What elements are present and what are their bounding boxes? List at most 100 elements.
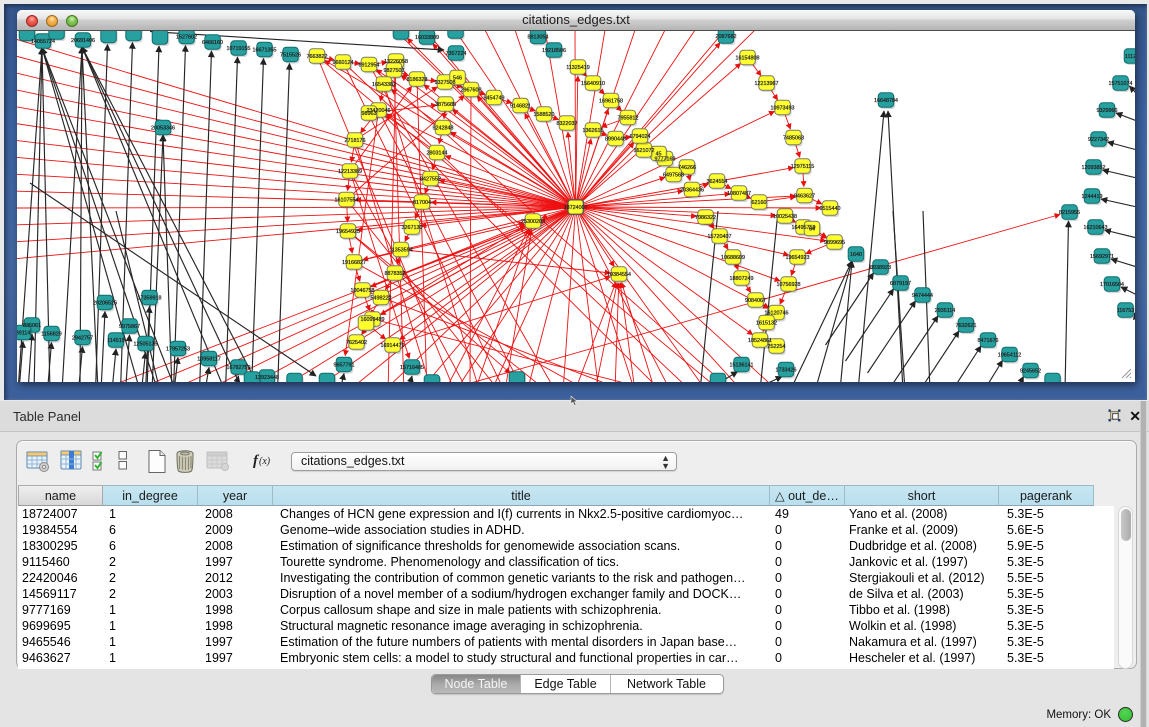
svg-text:3624554: 3624554 — [707, 179, 728, 185]
svg-text:39114: 39114 — [17, 330, 30, 336]
svg-text:10973493: 10973493 — [771, 105, 795, 111]
svg-text:(x): (x) — [259, 456, 271, 467]
svg-text:5498222: 5498222 — [371, 295, 392, 301]
svg-text:8938923: 8938923 — [870, 265, 891, 271]
svg-text:10756928: 10756928 — [777, 282, 801, 288]
svg-text:19384554: 19384554 — [607, 272, 631, 278]
svg-text:1640: 1640 — [850, 252, 862, 258]
svg-text:9227342: 9227342 — [1088, 137, 1109, 143]
svg-text:12975115: 12975115 — [791, 164, 815, 170]
svg-text:14055724: 14055724 — [31, 39, 55, 45]
svg-text:16543382: 16543382 — [372, 82, 396, 88]
svg-text:15692971: 15692971 — [1090, 254, 1114, 260]
svg-text:7357224: 7357224 — [446, 51, 467, 57]
svg-text:16033809: 16033809 — [415, 35, 439, 41]
svg-text:9899695: 9899695 — [824, 240, 845, 246]
svg-text:9474444: 9474444 — [912, 293, 933, 299]
svg-text:20691406: 20691406 — [71, 38, 95, 44]
svg-text:9146821: 9146821 — [510, 103, 531, 109]
svg-text:9084067: 9084067 — [745, 298, 766, 304]
svg-text:2935114: 2935114 — [935, 308, 956, 314]
svg-text:64: 64 — [809, 226, 815, 232]
svg-text:7485063: 7485063 — [783, 135, 804, 141]
svg-text:16154808: 16154808 — [736, 55, 760, 61]
svg-text:15136141: 15136141 — [730, 362, 754, 368]
svg-text:252254: 252254 — [768, 344, 786, 350]
svg-text:9657791: 9657791 — [334, 362, 355, 368]
svg-text:7986322: 7986322 — [695, 215, 716, 221]
svg-text:7663822: 7663822 — [307, 54, 328, 60]
svg-text:746266: 746266 — [678, 165, 696, 171]
svg-text:6466160: 6466160 — [202, 40, 223, 46]
svg-text:13226058: 13226058 — [384, 59, 408, 65]
svg-text:62160: 62160 — [752, 200, 767, 206]
svg-text:2942757: 2942757 — [72, 335, 93, 341]
svg-text:817004: 817004 — [413, 200, 431, 206]
svg-text:18724007: 18724007 — [564, 205, 588, 211]
svg-text:9827503: 9827503 — [384, 68, 405, 74]
svg-text:8813054: 8813054 — [528, 34, 549, 40]
svg-text:114519: 114519 — [107, 338, 125, 344]
svg-text:8322037: 8322037 — [557, 121, 578, 127]
svg-text:19654923: 19654923 — [786, 255, 810, 261]
svg-text:2718176: 2718176 — [345, 138, 366, 144]
svg-text:10958117: 10958117 — [197, 356, 221, 362]
svg-text:12923448: 12923448 — [255, 375, 279, 381]
svg-text:3267130: 3267130 — [402, 225, 423, 231]
svg-text:98963: 98963 — [362, 111, 377, 117]
svg-text:16914479: 16914479 — [381, 343, 405, 349]
svg-text:19654925: 19654925 — [336, 229, 360, 235]
svg-text:7632621: 7632621 — [956, 323, 977, 329]
svg-text:16648784: 16648784 — [874, 98, 898, 104]
svg-text:1244419: 1244419 — [1082, 194, 1103, 200]
svg-text:8186328: 8186328 — [407, 77, 428, 83]
svg-text:3875685: 3875685 — [435, 102, 456, 108]
svg-text:16782759: 16782759 — [227, 365, 251, 371]
svg-text:1733426: 1733426 — [776, 367, 797, 373]
svg-text:9245652: 9245652 — [1020, 368, 1041, 374]
svg-text:12505135: 12505135 — [134, 341, 158, 347]
svg-text:15640910: 15640910 — [581, 81, 605, 87]
svg-text:15751074: 15751074 — [1109, 81, 1133, 87]
svg-text:9329966: 9329966 — [1097, 108, 1118, 114]
svg-text:10688609: 10688609 — [721, 255, 745, 261]
svg-text:19218506: 19218506 — [542, 48, 566, 54]
svg-text:8471676: 8471676 — [978, 338, 999, 344]
svg-text:7955812: 7955812 — [618, 115, 639, 121]
svg-text:16107554: 16107554 — [335, 197, 359, 203]
svg-text:17957253: 17957253 — [166, 346, 190, 352]
svg-text:7625402: 7625402 — [346, 340, 367, 346]
svg-text:16120746: 16120746 — [765, 310, 789, 316]
svg-text:16210643: 16210643 — [1084, 225, 1108, 231]
svg-text:8427552: 8427552 — [420, 176, 441, 182]
svg-text:1588520: 1588520 — [534, 112, 555, 118]
svg-text:11325419: 11325419 — [566, 65, 590, 71]
svg-text:9242848: 9242848 — [433, 125, 454, 131]
svg-text:1615132: 1615132 — [756, 320, 777, 326]
svg-text:835061: 835061 — [23, 323, 41, 329]
svg-text:8215955: 8215955 — [1059, 210, 1080, 216]
svg-text:6497568: 6497568 — [663, 172, 684, 178]
svg-text:6879197: 6879197 — [890, 281, 911, 287]
svg-text:9975867: 9975867 — [119, 324, 140, 330]
svg-text:18807249: 18807249 — [730, 276, 754, 282]
svg-text:10046758: 10046758 — [351, 288, 375, 294]
svg-text:8990448: 8990448 — [605, 136, 626, 142]
svg-text:11124: 11124 — [1125, 54, 1135, 60]
svg-text:9660124: 9660124 — [333, 60, 354, 66]
svg-text:1362615: 1362615 — [583, 128, 604, 134]
svg-text:45: 45 — [656, 151, 662, 157]
svg-text:10719155: 10719155 — [227, 46, 251, 52]
svg-text:2803144: 2803144 — [427, 150, 448, 156]
svg-text:12213967: 12213967 — [755, 81, 779, 87]
svg-text:9463627: 9463627 — [794, 193, 815, 199]
svg-text:16671355: 16671355 — [253, 47, 277, 53]
svg-text:15716485: 15716485 — [400, 365, 424, 371]
svg-text:16961758: 16961758 — [599, 98, 623, 104]
svg-text:10025438: 10025438 — [773, 214, 797, 220]
svg-text:20053346: 20053346 — [151, 125, 175, 131]
svg-text:17016504: 17016504 — [1100, 282, 1124, 288]
svg-text:25300203: 25300203 — [521, 219, 545, 225]
svg-text:16099489: 16099489 — [361, 317, 385, 323]
svg-text:20206526: 20206526 — [93, 300, 117, 306]
